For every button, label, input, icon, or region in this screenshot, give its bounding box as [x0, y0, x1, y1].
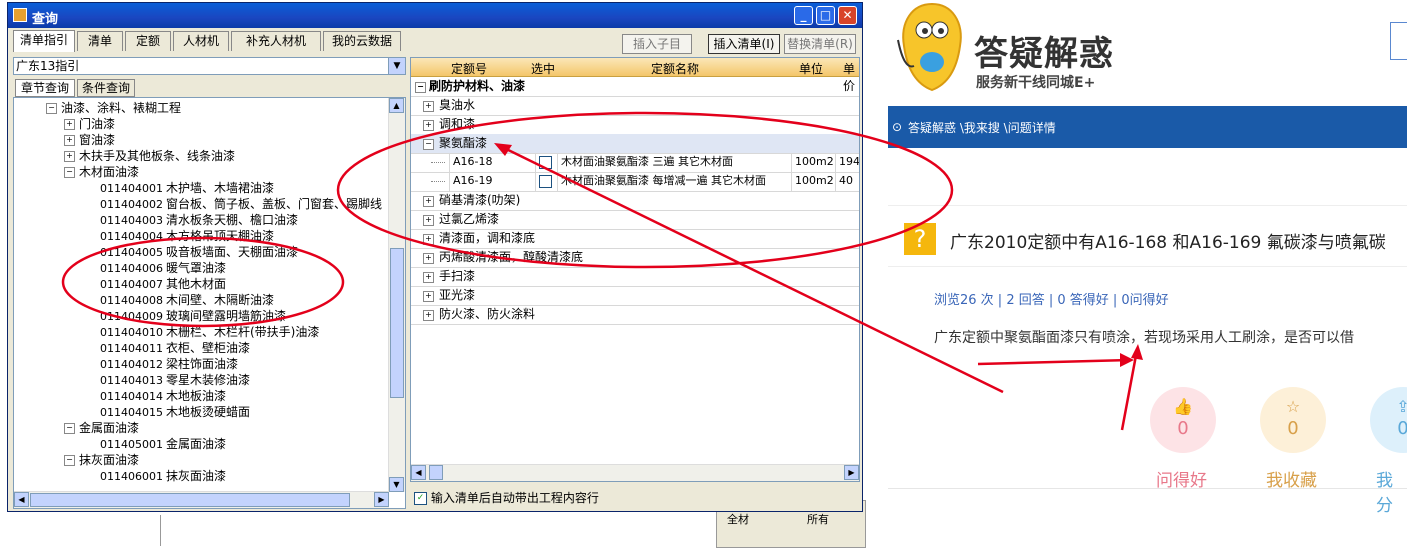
- annotation-arrowhead-2: [1120, 353, 1134, 367]
- annotation-arrow-line: [499, 144, 1004, 394]
- annotation-arrow-line-2: [977, 358, 1131, 366]
- annotation-arrowhead-3: [1131, 344, 1143, 360]
- annotation-overlay: [61, 111, 1143, 431]
- annotation-ellipse-grid: [336, 111, 954, 269]
- annotation-ellipse-tree: [61, 236, 345, 328]
